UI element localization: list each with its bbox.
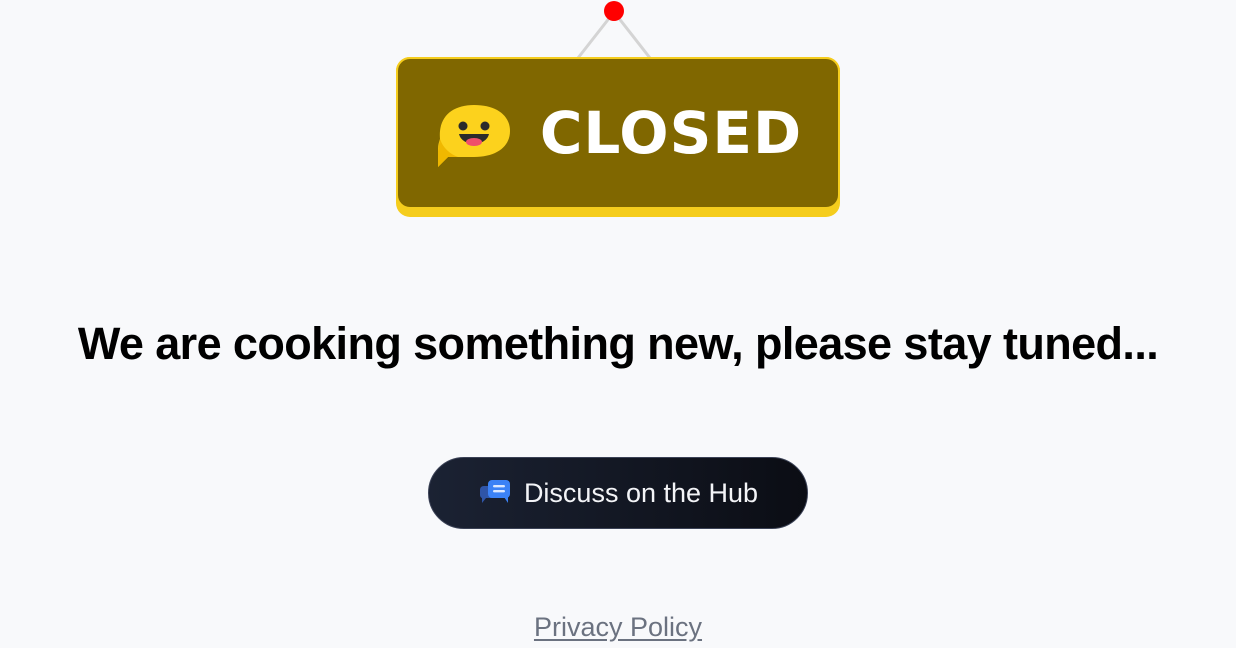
discuss-on-hub-label: Discuss on the Hub	[523, 477, 759, 508]
closed-sign: CLOSED	[396, 57, 840, 217]
closed-page: CLOSED We are cooking something new, ple…	[0, 0, 1236, 648]
discuss-on-hub-button[interactable]: Discuss on the Hub	[428, 457, 808, 529]
footer: Privacy Policy	[0, 612, 1236, 643]
hugging-face-speech-bubble-icon	[437, 105, 510, 167]
chat-bubbles-icon	[479, 480, 510, 503]
hanger-pin	[604, 1, 624, 21]
page-headline: We are cooking something new, please sta…	[77, 318, 1159, 369]
closed-sign-panel: CLOSED	[396, 57, 840, 209]
privacy-policy-link[interactable]: Privacy Policy	[534, 612, 702, 642]
closed-sign-text: CLOSED	[539, 99, 803, 167]
